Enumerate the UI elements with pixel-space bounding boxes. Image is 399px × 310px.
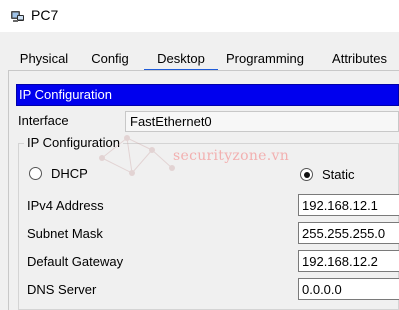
subnet-mask-input[interactable] [298,222,399,244]
static-radio[interactable] [300,168,313,181]
static-label: Static [322,167,355,182]
dhcp-option[interactable]: DHCP [29,166,88,181]
tab-attributes[interactable]: Attributes [320,47,399,71]
interface-label: Interface [18,113,69,128]
tab-bar: Physical Config Desktop Programming Attr… [8,47,399,71]
tab-physical[interactable]: Physical [10,47,78,71]
dns-server-label: DNS Server [27,282,97,297]
window-title: PC7 [31,7,59,23]
pc-device-icon [11,11,24,22]
title-bar: PC7 [0,0,399,32]
tab-programming[interactable]: Programming [220,47,310,71]
dhcp-radio[interactable] [29,167,42,180]
watermark-network-icon [99,135,175,176]
tab-config[interactable]: Config [84,47,136,71]
dns-server-input[interactable] [298,278,399,300]
ipv4-address-label: IPv4 Address [27,198,104,213]
ip-configuration-header: IP Configuration [16,84,399,106]
ipv4-address-input[interactable] [298,194,399,216]
tab-desktop[interactable]: Desktop [144,47,218,71]
subnet-mask-label: Subnet Mask [27,226,103,241]
default-gateway-input[interactable] [298,250,399,272]
dhcp-label: DHCP [51,166,88,181]
default-gateway-label: Default Gateway [27,254,124,269]
static-option[interactable]: Static [300,167,355,182]
watermark-text: securityzone.vn [173,148,290,164]
